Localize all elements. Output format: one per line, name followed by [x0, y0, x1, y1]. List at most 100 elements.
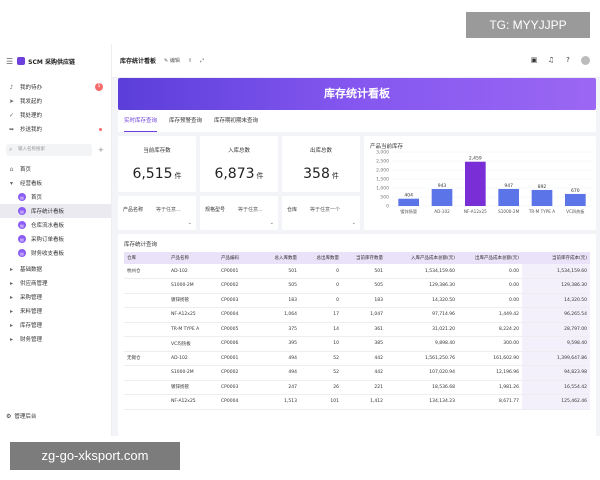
- table-cell: 94,823.98: [522, 365, 590, 381]
- sidebar-item-finance-mgmt[interactable]: ▸ 财务管理: [0, 332, 111, 346]
- table-header-cell[interactable]: 总入库数量: [258, 252, 300, 264]
- avatar[interactable]: [581, 56, 590, 65]
- sidebar-item-purchasing[interactable]: ▸ 采购管理: [0, 290, 111, 304]
- folder-icon: ▸: [9, 265, 13, 273]
- sidebar-item-label: 我发起的: [20, 99, 43, 105]
- admin-label: 管理后台: [14, 414, 37, 420]
- filter-select[interactable]: 等于任意... ⌄: [238, 204, 274, 228]
- menu-icon[interactable]: ☰: [6, 57, 13, 66]
- filter-placeholder: 等于任意...: [238, 207, 263, 213]
- filter-warehouse[interactable]: 仓库 等于任意一个 ⌄: [282, 196, 360, 230]
- table-cell: 107,020.94: [386, 365, 458, 381]
- chart-bar[interactable]: [498, 188, 519, 206]
- edit-button[interactable]: ✎ 编辑: [164, 57, 180, 65]
- tab-warning[interactable]: 库存预警查询: [169, 110, 202, 132]
- table-cell: [124, 336, 168, 352]
- chart-bar[interactable]: [465, 161, 486, 206]
- table-row[interactable]: NF-A12x25 CP0004 1,513 101 1,412 134,134.23 8,…: [124, 394, 590, 410]
- y-tick-label: 3,000: [376, 150, 389, 156]
- table-row[interactable]: 镀锌扬管 CP0003 183 0 183 14,320.50 0.00 14,320.50: [124, 293, 590, 308]
- sidebar-item-initiated[interactable]: ➤ 我发起的: [0, 94, 111, 108]
- table-cell: 247: [258, 380, 300, 395]
- sidebar-item-cc[interactable]: ➥ 抄送我的: [0, 122, 111, 136]
- table-header-cell[interactable]: 总出库数量: [300, 252, 342, 264]
- table-row[interactable]: 无锡仓 AD-102 CP0001 494 52 442 1,561,250.76 161,6…: [124, 351, 590, 366]
- table-header-cell[interactable]: 入库产品成本总额(元): [386, 252, 458, 264]
- folder-icon: ▸: [9, 321, 13, 329]
- folder-icon: ▸: [9, 293, 13, 301]
- table-cell: [124, 380, 168, 395]
- table-cell: CP0002: [218, 278, 258, 294]
- table-row[interactable]: 杭州仓 AD-102 CP0001 501 0 501 1,534,159.60 0.00 1,…: [124, 264, 590, 279]
- sidebar-item-suppliers[interactable]: ▸ 供应商管理: [0, 276, 111, 290]
- table-header-cell[interactable]: 出库产品成本总额(元): [458, 252, 522, 264]
- sidebar-item-purchase-orders[interactable]: ▤ 采购订单看板: [0, 232, 111, 246]
- sidebar-item-inventory[interactable]: ▸ 库存管理: [0, 318, 111, 332]
- filter-spec-model[interactable]: 规格型号 等于任意... ⌄: [200, 196, 278, 230]
- screenshot-frame: TG: MYYJJPP ☰ SCM 采购供应链 ♪ 我的待办 5 ➤ 我发起的 …: [0, 0, 600, 480]
- y-tick-label: 0: [386, 204, 389, 210]
- table-cell: 1,047: [342, 307, 386, 323]
- filter-placeholder: 等于任意一个: [310, 207, 341, 213]
- tab-period[interactable]: 库存期初期末查询: [214, 110, 258, 132]
- sidebar: ☰ SCM 采购供应链 ♪ 我的待办 5 ➤ 我发起的 ✓ 我处理的 ➥ 抄送我…: [0, 44, 112, 436]
- sidebar-item-basic-data[interactable]: ▸ 基础数据: [0, 262, 111, 276]
- table-cell: 183: [258, 293, 300, 308]
- sidebar-item-inventory-dashboard[interactable]: ▤ 库存统计看板: [0, 204, 111, 218]
- inventory-bar-chart: 3,000 2,500 2,000 1,500 1,000 500 0 404 镀锌扬管 943 A…: [376, 150, 592, 215]
- sidebar-item-label: 财务收支看板: [31, 251, 65, 257]
- sidebar-item-home[interactable]: ⌂ 首页: [0, 162, 111, 176]
- notification-icon[interactable]: ♫: [547, 56, 555, 64]
- add-icon[interactable]: +: [98, 144, 104, 156]
- sidebar-item-incoming[interactable]: ▸ 来料管理: [0, 304, 111, 318]
- watermark-top: TG: MYYJJPP: [466, 12, 590, 38]
- bell-icon: ♪: [9, 83, 14, 91]
- sidebar-item-label: 库存统计看板: [31, 209, 65, 215]
- table-header-cell[interactable]: 仓库: [124, 252, 168, 264]
- sidebar-item-label: 供应商管理: [20, 281, 48, 287]
- chart-bar[interactable]: [565, 193, 586, 206]
- sidebar-search-input[interactable]: ⌕ 输入名称搜索: [6, 144, 92, 156]
- table-row[interactable]: S1000-2M CP0002 505 0 505 129,386.30 0.00 129,3…: [124, 278, 590, 294]
- table-header-cell[interactable]: 当前库存数量: [342, 252, 386, 264]
- table-cell: 361: [342, 322, 386, 337]
- sidebar-item-warehouse-flow[interactable]: ▤ 仓库流水看板: [0, 218, 111, 232]
- table-cell: CP0003: [218, 293, 258, 308]
- sidebar-item-handled[interactable]: ✓ 我处理的: [0, 108, 111, 122]
- chart-bar[interactable]: [431, 189, 453, 206]
- sidebar-item-todo[interactable]: ♪ 我的待办 5: [0, 80, 111, 94]
- y-tick-label: 1,000: [376, 186, 389, 192]
- help-icon[interactable]: ?: [564, 56, 572, 64]
- table-cell: 96,265.54: [522, 307, 590, 323]
- table-header-cell[interactable]: 产品名称: [168, 252, 218, 264]
- table-cell: 52: [300, 351, 342, 366]
- fullscreen-icon[interactable]: ⤢: [200, 58, 204, 64]
- table-cell: 26: [300, 380, 342, 395]
- filter-select[interactable]: 等于任意一个 ⌄: [310, 204, 356, 228]
- table-cell: 52: [300, 365, 342, 381]
- chart-bar[interactable]: [398, 198, 419, 206]
- chart-bar[interactable]: [531, 189, 553, 206]
- sidebar-item-finance[interactable]: ▤ 财务收支看板: [0, 246, 111, 260]
- table-row[interactable]: S1000-2M CP0002 494 52 442 107,020.94 12,196.9…: [124, 365, 590, 381]
- filter-select[interactable]: 等于任意... ⌄: [156, 204, 192, 228]
- share-icon[interactable]: ⇪: [188, 58, 192, 64]
- y-tick-label: 1,500: [376, 177, 389, 183]
- table-row[interactable]: NF-A12x25 CP0004 1,064 17 1,047 97,714.96 1,44…: [124, 307, 590, 323]
- table-header-cell[interactable]: 产品编码: [218, 252, 258, 264]
- table-header-cell[interactable]: 当前库存成本(元): [522, 252, 590, 264]
- apps-icon[interactable]: ▣: [530, 56, 538, 64]
- table-row[interactable]: VC均热板 CP0006 395 10 385 9,898.40 300.00 9,598.4…: [124, 336, 590, 352]
- table-row[interactable]: 镀锌扬管 CP0003 247 26 221 18,536.68 1,981.26 16,55…: [124, 380, 590, 395]
- kpi-value: 358 件: [282, 166, 360, 182]
- sidebar-group-dashboards[interactable]: ▾ 经营看板: [0, 176, 111, 190]
- pencil-icon: ✎: [164, 57, 169, 64]
- table-cell: CP0001: [218, 264, 258, 279]
- tab-realtime[interactable]: 实时库存查询: [124, 110, 158, 132]
- table-cell: [124, 394, 168, 410]
- sidebar-item-label: 抄送我的: [20, 127, 43, 133]
- table-row[interactable]: TR-M TYPE A CP0005 375 14 361 31,021.20 8,224.…: [124, 322, 590, 337]
- admin-link[interactable]: ⚙ 管理后台: [6, 412, 37, 421]
- sidebar-item-dash-home[interactable]: ▤ 首页: [0, 190, 111, 204]
- filter-product-name[interactable]: 产品名称 等于任意... ⌄: [118, 196, 196, 230]
